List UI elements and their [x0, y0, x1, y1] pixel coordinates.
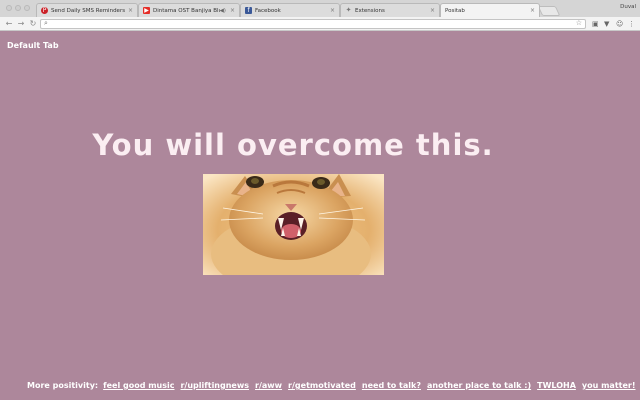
toolbar: ← → ↻ ⌕ ☆ ▣ ▼ ☺ ⋮: [0, 17, 640, 31]
address-bar[interactable]: ⌕ ☆: [40, 19, 586, 29]
tab-positab[interactable]: Positab ×: [440, 3, 540, 17]
puzzle-icon: ✦: [345, 6, 352, 14]
zoom-window-button[interactable]: [24, 5, 30, 11]
link-twloha[interactable]: TWLOHA: [537, 381, 576, 390]
close-icon[interactable]: ×: [330, 7, 335, 14]
default-tab-link[interactable]: Default Tab: [7, 41, 59, 50]
close-icon[interactable]: ×: [430, 7, 435, 14]
menu-icon[interactable]: ⋮: [628, 20, 635, 28]
search-icon: ⌕: [44, 19, 48, 27]
tab-label: Dintama OST Banjiya Blue: [153, 7, 220, 14]
tab-label: Facebook: [255, 7, 281, 14]
reload-button[interactable]: ↻: [28, 18, 38, 30]
link-r-getmotivated[interactable]: r/getmotivated: [288, 381, 356, 390]
tab-label: Extensions: [355, 7, 385, 14]
pinterest-icon: P: [41, 7, 48, 14]
minimize-window-button[interactable]: [15, 5, 21, 11]
hissing-kitten-photo: [203, 174, 384, 275]
positive-message: You will overcome this.: [92, 128, 494, 162]
extension-smiley-icon[interactable]: ☺: [616, 20, 623, 28]
bookmark-star-icon[interactable]: ☆: [576, 19, 582, 27]
tab-dintama-ost[interactable]: ▶ Dintama OST Banjiya Blue ◀) ×: [138, 3, 240, 17]
link-r-upliftingnews[interactable]: r/upliftingnews: [180, 381, 249, 390]
youtube-icon: ▶: [143, 7, 150, 14]
close-icon[interactable]: ×: [128, 7, 133, 14]
back-button[interactable]: ←: [4, 18, 14, 30]
tab-label: Send Daily SMS Reminders Li: [51, 7, 126, 14]
link-r-aww[interactable]: r/aww: [255, 381, 282, 390]
tab-label: Positab: [445, 7, 465, 14]
link-you-matter[interactable]: you matter!: [582, 381, 636, 390]
link-need-to-talk[interactable]: need to talk?: [362, 381, 421, 390]
profile-name[interactable]: Duval: [620, 4, 636, 10]
close-window-button[interactable]: [6, 5, 12, 11]
browser-chrome: P Send Daily SMS Reminders Li × ▶ Dintam…: [0, 0, 640, 31]
link-feel-good-music[interactable]: feel good music: [103, 381, 174, 390]
tab-send-daily-sms[interactable]: P Send Daily SMS Reminders Li ×: [36, 3, 138, 17]
speaker-icon[interactable]: ◀): [220, 8, 226, 14]
facebook-icon: f: [245, 7, 252, 14]
tab-facebook[interactable]: f Facebook ×: [240, 3, 340, 17]
forward-button[interactable]: →: [16, 18, 26, 30]
extension-icon[interactable]: ▣: [592, 20, 599, 28]
footer-prefix: More positivity:: [27, 381, 99, 390]
close-icon[interactable]: ×: [530, 7, 535, 14]
tab-strip: P Send Daily SMS Reminders Li × ▶ Dintam…: [0, 0, 640, 17]
new-tab-button[interactable]: [537, 6, 561, 16]
extension-filter-icon[interactable]: ▼: [604, 20, 609, 28]
address-input[interactable]: [53, 20, 573, 28]
tab-extensions[interactable]: ✦ Extensions ×: [340, 3, 440, 17]
footer-links: More positivity: feel good music r/uplif…: [27, 381, 640, 390]
link-another-place-to-talk[interactable]: another place to talk :): [427, 381, 531, 390]
close-icon[interactable]: ×: [230, 7, 235, 14]
